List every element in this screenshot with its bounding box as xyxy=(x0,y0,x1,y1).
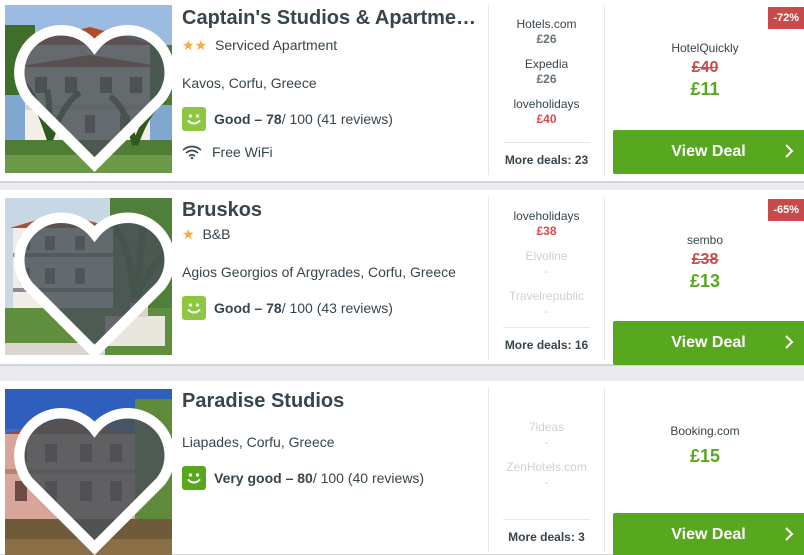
deal-site: ZenHotels.com xyxy=(506,460,587,474)
amenity-label: Free WiFi xyxy=(212,144,273,160)
view-deal-label: View Deal xyxy=(671,143,746,160)
deal-item[interactable]: Expedia £26 xyxy=(489,45,604,86)
hotel-name[interactable]: Captain's Studios & Apartme… xyxy=(182,6,480,30)
view-deal-button[interactable]: View Deal xyxy=(613,513,804,555)
card-separator xyxy=(0,365,804,381)
deal-site: 7ideas xyxy=(528,420,565,434)
rating-reviews: / 100 (41 reviews) xyxy=(281,111,393,127)
rating-label: Very good – 80 xyxy=(214,470,313,486)
heart-icon[interactable] xyxy=(11,204,172,355)
view-deal-label: View Deal xyxy=(671,334,746,351)
hotel-name[interactable]: Paradise Studios xyxy=(182,389,480,413)
category-label: B&B xyxy=(202,226,231,242)
chevron-right-icon xyxy=(785,144,794,158)
deal-provider: sembo xyxy=(686,233,724,247)
hotel-card: Paradise Studios Liapades, Corfu, Greece… xyxy=(0,381,804,555)
rating-reviews: / 100 (43 reviews) xyxy=(281,300,393,316)
view-deal-label: View Deal xyxy=(671,526,746,543)
deal-price: £40 xyxy=(536,112,557,126)
hotel-card: Bruskos ★ B&B Agios Georgios of Argyrade… xyxy=(0,190,804,365)
deal-site: loveholidays xyxy=(513,97,580,111)
smiley-icon xyxy=(182,296,206,320)
hotel-location[interactable]: Agios Georgios of Argyrades, Corfu, Gree… xyxy=(182,263,480,281)
hotel-rating[interactable]: Very good – 80 / 100 (40 reviews) xyxy=(182,466,480,490)
best-deal: -72% HotelQuickly £40 £11 View Deal xyxy=(606,5,804,175)
more-deals-link[interactable]: More deals: 16 xyxy=(503,327,590,352)
heart-icon[interactable] xyxy=(11,395,172,555)
old-price: £38 xyxy=(691,251,719,268)
star-rating: ★ xyxy=(182,226,195,242)
deal-price-main[interactable]: £15 xyxy=(606,446,804,467)
card-separator xyxy=(0,182,804,190)
deal-item[interactable]: 7ideas - xyxy=(489,408,604,449)
old-price: £40 xyxy=(691,59,719,76)
deal-site: Elvoline xyxy=(525,249,568,263)
deal-item[interactable]: Elvoline - xyxy=(489,237,604,278)
rating-label: Good – 78 xyxy=(214,111,282,127)
amenity-wifi: Free WiFi xyxy=(182,144,480,160)
deal-price-main[interactable]: £13 xyxy=(606,271,804,292)
hotel-info: Paradise Studios Liapades, Corfu, Greece… xyxy=(182,389,480,490)
star-rating: ★★ xyxy=(182,37,208,53)
hotel-info: Captain's Studios & Apartme… ★★ Serviced… xyxy=(182,6,480,160)
heart-icon[interactable] xyxy=(11,11,172,173)
deal-site: loveholidays xyxy=(513,209,580,223)
chevron-right-icon xyxy=(785,527,794,541)
smiley-icon xyxy=(182,466,206,490)
smiley-icon xyxy=(182,107,206,131)
hotel-category: ★ B&B xyxy=(182,225,480,243)
hotel-location[interactable]: Liapades, Corfu, Greece xyxy=(182,433,480,451)
deal-site: Expedia xyxy=(524,57,569,71)
hotel-rating[interactable]: Good – 78 / 100 (41 reviews) xyxy=(182,107,480,131)
wifi-icon xyxy=(182,145,202,159)
other-deals: Hotels.com £26 Expedia £26 loveholidays … xyxy=(488,5,605,175)
hotel-card: Captain's Studios & Apartme… ★★ Serviced… xyxy=(0,0,804,182)
chevron-right-icon xyxy=(785,335,794,349)
view-deal-button[interactable]: View Deal xyxy=(613,130,804,174)
hotel-name[interactable]: Bruskos xyxy=(182,198,480,222)
hotel-photo[interactable] xyxy=(5,198,172,355)
deal-site: Hotels.com xyxy=(516,17,577,31)
deal-provider: Booking.com xyxy=(670,424,740,438)
deal-price: - xyxy=(544,304,549,318)
view-deal-button[interactable]: View Deal xyxy=(613,321,804,365)
discount-badge: -65% xyxy=(768,199,804,221)
hotel-photo[interactable] xyxy=(5,5,172,173)
best-deal: Booking.com £15 View Deal xyxy=(606,388,804,555)
deal-item[interactable]: loveholidays £40 xyxy=(489,85,604,126)
category-label: Serviced Apartment xyxy=(215,37,338,53)
hotel-category: ★★ Serviced Apartment xyxy=(182,36,480,54)
rating-label: Good – 78 xyxy=(214,300,282,316)
more-deals-link[interactable]: More deals: 23 xyxy=(503,142,590,167)
deal-price-main[interactable]: £11 xyxy=(606,79,804,100)
other-deals: 7ideas - ZenHotels.com - More deals: 3 xyxy=(488,388,605,552)
deal-item[interactable]: Hotels.com £26 xyxy=(489,5,604,46)
other-deals: loveholidays £38 Elvoline - Travelrepubl… xyxy=(488,197,605,360)
deal-provider: HotelQuickly xyxy=(671,41,739,55)
deal-site: Travelrepublic xyxy=(509,289,584,303)
hotel-info: Bruskos ★ B&B Agios Georgios of Argyrade… xyxy=(182,198,480,320)
hotel-rating[interactable]: Good – 78 / 100 (43 reviews) xyxy=(182,296,480,320)
deal-price: - xyxy=(544,475,549,489)
more-deals-link[interactable]: More deals: 3 xyxy=(503,519,590,544)
hotel-photo[interactable] xyxy=(5,389,172,555)
best-deal: -65% sembo £38 £13 View Deal xyxy=(606,197,804,365)
deal-item[interactable]: ZenHotels.com - xyxy=(489,448,604,489)
deal-item[interactable]: Travelrepublic - xyxy=(489,277,604,318)
hotel-location[interactable]: Kavos, Corfu, Greece xyxy=(182,74,480,92)
discount-badge: -72% xyxy=(768,7,804,29)
rating-reviews: / 100 (40 reviews) xyxy=(312,470,425,486)
deal-item[interactable]: loveholidays £38 xyxy=(489,197,604,238)
